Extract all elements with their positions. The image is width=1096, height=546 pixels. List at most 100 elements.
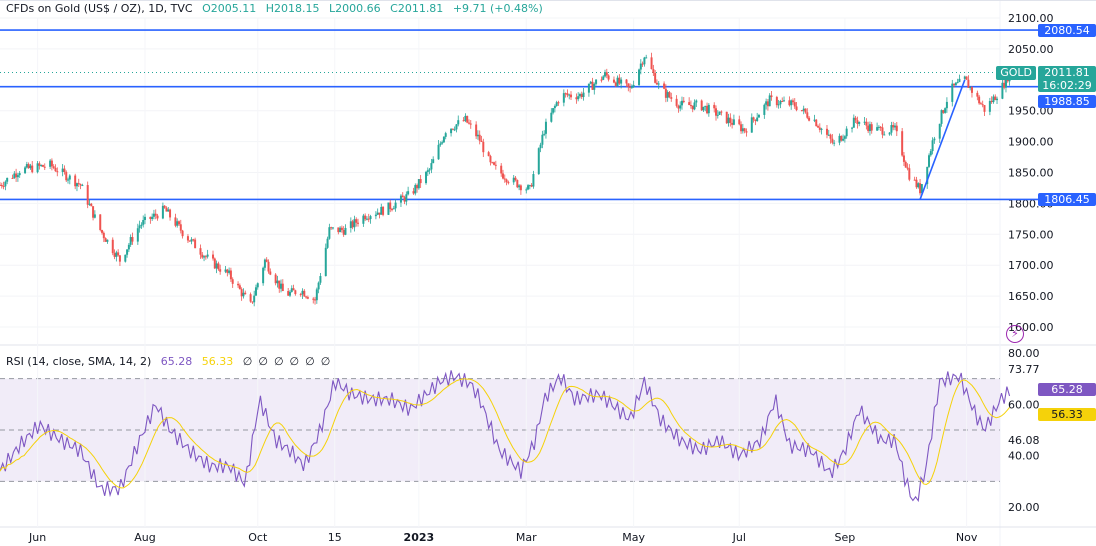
candle-body: [516, 180, 519, 188]
candle-body: [675, 98, 678, 106]
time-tick-label: Mar: [516, 531, 537, 544]
candle-body: [93, 214, 96, 218]
candle-body: [865, 121, 868, 126]
candle-body: [367, 218, 370, 220]
last-price-tag: 2011.81 16:02:29: [1038, 66, 1096, 92]
candle-body: [306, 297, 309, 299]
time-tick-label: Jul: [732, 531, 746, 544]
candle-body: [595, 79, 598, 84]
candle-body: [627, 83, 630, 87]
candle-body: [978, 96, 981, 104]
chart-canvas[interactable]: 2100.002050.001950.001900.001850.001800.…: [0, 0, 1096, 546]
candle-body: [457, 120, 460, 125]
rsi-sma-tag: 56.33: [1038, 408, 1096, 421]
candle-body: [54, 167, 57, 172]
candle-body: [528, 185, 531, 187]
symbol-tag: GOLD: [996, 66, 1036, 80]
candle-body: [450, 128, 453, 134]
rsi-value-tag: 65.28: [1038, 383, 1096, 396]
candle-body: [478, 134, 481, 141]
candle-body: [879, 126, 882, 128]
candle-body: [856, 120, 859, 124]
candle-body: [645, 57, 648, 59]
candle-body: [176, 221, 179, 226]
candle-body: [136, 228, 139, 242]
candle-body: [890, 125, 893, 133]
candle-body: [124, 254, 127, 262]
candle-body: [143, 216, 146, 220]
symbol-legend: CFDs on Gold (US$ / OZ), 1D, TVC O2005.1…: [6, 2, 549, 15]
candle-body: [231, 279, 234, 284]
candle-body: [165, 207, 168, 212]
candle-body: [314, 299, 317, 301]
time-tick-label: Nov: [956, 531, 978, 544]
price-tick-label: 1650.00: [1008, 290, 1054, 303]
candle-body: [543, 133, 546, 135]
lightning-icon[interactable]: ⚡: [1006, 325, 1024, 343]
candle-body: [442, 136, 445, 143]
candle-body: [186, 236, 189, 241]
candle-body: [750, 117, 753, 133]
candle-body: [691, 105, 694, 110]
candle-body: [944, 108, 947, 113]
candle-body: [24, 167, 27, 174]
candle-body: [605, 72, 608, 76]
candle-body: [783, 100, 786, 102]
candle-body: [781, 101, 784, 103]
candle-body: [570, 94, 573, 98]
candle-body: [688, 102, 691, 106]
candle-body: [988, 101, 991, 112]
candle-body: [578, 94, 581, 97]
candle-body: [756, 117, 759, 122]
candle-body: [0, 184, 3, 187]
candle-body: [815, 119, 818, 127]
candle-body: [745, 131, 748, 133]
candle-body: [956, 82, 959, 84]
symbol-title[interactable]: CFDs on Gold (US$ / OZ), 1D, TVC: [6, 2, 193, 15]
candle-body: [670, 97, 673, 99]
candle-body: [312, 298, 315, 300]
candle-body: [65, 171, 68, 181]
candle-body: [77, 183, 80, 185]
candle-body: [38, 163, 41, 166]
candle-body: [732, 119, 735, 125]
candle-body: [983, 105, 986, 112]
candle-body: [389, 202, 392, 210]
candle-body: [212, 254, 215, 259]
candle-body: [894, 125, 896, 128]
candle-body: [493, 162, 496, 165]
candle-body: [779, 101, 782, 105]
candle-body: [994, 96, 997, 101]
candle-body: [269, 271, 272, 275]
candle-body: [156, 215, 159, 219]
rsi-legend: RSI (14, close, SMA, 14, 2) 65.28 56.33 …: [6, 355, 336, 368]
high-value: H2018.15: [265, 2, 320, 15]
candle-body: [892, 125, 895, 128]
candle-body: [278, 280, 281, 289]
rsi-title[interactable]: RSI (14, close, SMA, 14, 2): [6, 355, 151, 368]
candle-body: [206, 254, 209, 257]
candle-body: [13, 173, 16, 179]
candle-body: [301, 290, 304, 295]
empty-value: ∅: [305, 355, 315, 368]
candle-body: [219, 269, 222, 272]
candle-body: [487, 152, 490, 157]
candle-body: [242, 292, 245, 297]
candle-body: [244, 292, 247, 295]
candle-body: [620, 79, 623, 84]
empty-value: ∅: [320, 355, 331, 368]
candle-body: [953, 83, 956, 86]
candle-body: [419, 179, 422, 184]
candle-body: [963, 76, 966, 79]
candle-body: [451, 128, 454, 130]
candle-body: [775, 97, 778, 106]
candle-body: [827, 134, 830, 136]
candle-body: [630, 86, 633, 88]
candle-body: [901, 131, 904, 156]
candle-body: [550, 112, 553, 122]
candle-body: [469, 123, 472, 125]
candle-body: [52, 166, 55, 168]
candle-body: [818, 127, 821, 130]
candle-body: [582, 92, 585, 98]
candle-body: [958, 78, 961, 83]
